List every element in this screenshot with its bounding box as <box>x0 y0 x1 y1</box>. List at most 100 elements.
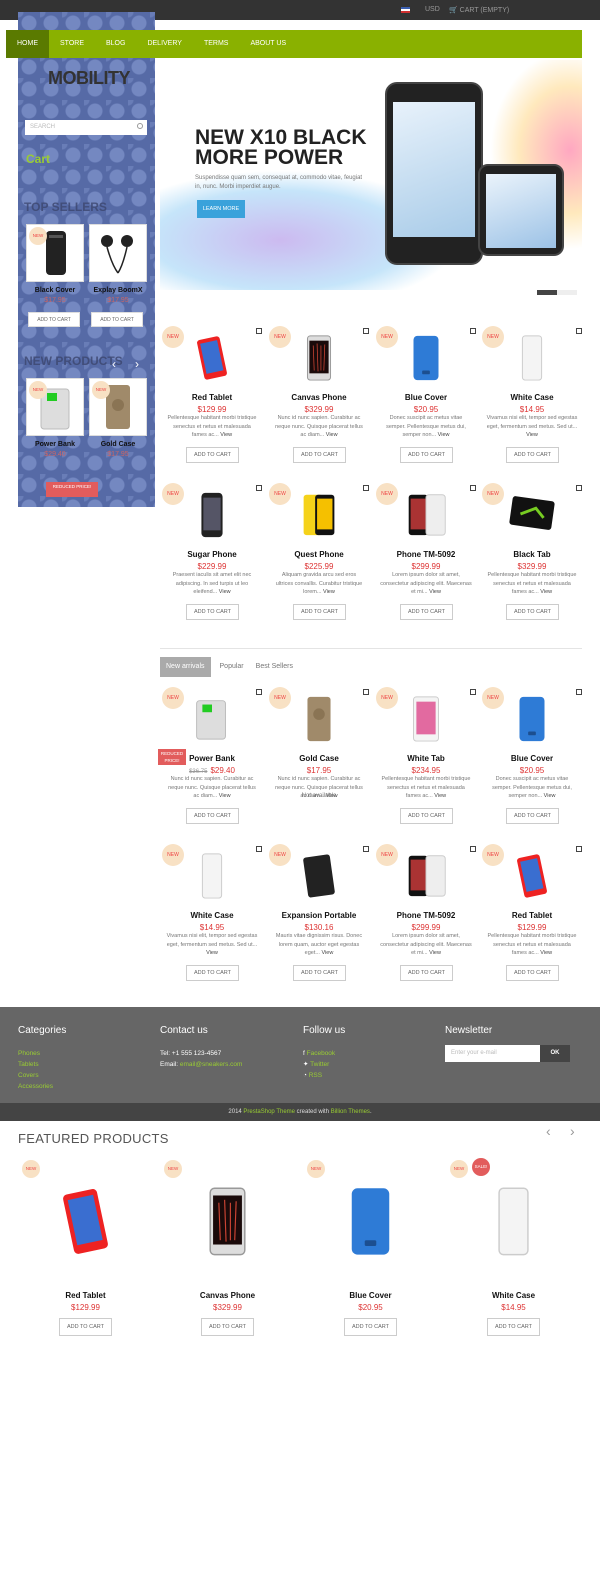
nav-blog[interactable]: BLOG <box>95 30 136 58</box>
view-link[interactable]: View <box>219 793 231 799</box>
compare-checkbox[interactable] <box>470 485 476 491</box>
compare-checkbox[interactable] <box>256 846 262 852</box>
compare-checkbox[interactable] <box>576 689 582 695</box>
product-card[interactable]: NEW Blue Cover $20.95 Donec suscipit ac met… <box>376 326 476 476</box>
add-to-cart-button[interactable]: ADD TO CART <box>344 1318 397 1336</box>
compare-checkbox[interactable] <box>256 689 262 695</box>
hero-slider[interactable]: NEW X10 BLACK MORE POWER Suspendisse quam… <box>160 60 582 290</box>
product-image[interactable]: NEW <box>26 378 84 436</box>
view-link[interactable]: View <box>220 432 232 438</box>
product-name[interactable]: Explay BoomX <box>89 287 147 294</box>
twitter-link[interactable]: ✦ Twitter <box>303 1059 345 1070</box>
sidebar-product[interactable]: NEW Black Cover $17.95 <box>26 224 84 304</box>
product-image[interactable] <box>401 331 451 383</box>
product-name[interactable]: Power Bank <box>162 754 262 763</box>
nav-store[interactable]: STORE <box>49 30 95 58</box>
learn-more-button[interactable]: LEARN MORE <box>197 200 245 218</box>
chevron-left-icon[interactable]: ‹ <box>112 357 116 371</box>
view-link[interactable]: View <box>540 589 552 595</box>
product-card[interactable]: NEW Phone TM-5092 $299.99 Lorem ipsum dolor… <box>376 844 476 994</box>
view-link[interactable]: View <box>323 589 335 595</box>
product-image[interactable] <box>187 692 237 744</box>
product-image[interactable]: NEW <box>89 378 147 436</box>
product-image[interactable] <box>187 488 237 540</box>
product-name[interactable]: Red Tablet <box>482 911 582 920</box>
cart-link[interactable]: 🛒 CART (EMPTY) <box>449 6 509 14</box>
featured-product-card[interactable]: NEW Red Tablet $129.99 ADD TO CART <box>18 1158 153 1338</box>
product-image[interactable] <box>294 488 344 540</box>
view-link[interactable]: View <box>526 432 538 438</box>
product-name[interactable]: Canvas Phone <box>160 1291 295 1300</box>
footer-link[interactable]: Covers <box>18 1070 66 1081</box>
tab-best-sellers[interactable]: Best Sellers <box>253 657 296 677</box>
view-link[interactable]: View <box>326 432 338 438</box>
nav-about-us[interactable]: ABOUT US <box>239 30 297 58</box>
view-link[interactable]: View <box>429 589 441 595</box>
chevron-right-icon[interactable]: › <box>570 1123 575 1139</box>
view-link[interactable]: View <box>206 950 218 956</box>
product-card[interactable]: NEW Canvas Phone $329.99 Nunc id nunc sapie… <box>269 326 369 476</box>
search-input[interactable]: SEARCH <box>25 120 147 135</box>
add-to-cart-button[interactable]: ADD TO CART <box>293 965 346 981</box>
view-link[interactable]: View <box>219 589 231 595</box>
product-name[interactable]: Red Tablet <box>18 1291 153 1300</box>
product-name[interactable]: Blue Cover <box>376 393 476 402</box>
product-image[interactable] <box>190 1160 265 1280</box>
add-to-cart-button[interactable]: ADD TO CART <box>186 604 239 620</box>
product-image[interactable] <box>89 224 147 282</box>
product-image[interactable] <box>294 692 344 744</box>
featured-product-card[interactable]: NEW Blue Cover $20.95 ADD TO CART <box>303 1158 438 1338</box>
product-name[interactable]: Blue Cover <box>482 754 582 763</box>
product-name[interactable]: White Case <box>162 911 262 920</box>
featured-product-card[interactable]: NEW Canvas Phone $329.99 ADD TO CART <box>160 1158 295 1338</box>
product-image[interactable] <box>507 488 557 540</box>
chevron-left-icon[interactable]: ‹ <box>546 1123 551 1139</box>
compare-checkbox[interactable] <box>470 689 476 695</box>
add-to-cart-button[interactable]: ADD TO CART <box>487 1318 540 1336</box>
add-to-cart-button[interactable]: ADD TO CART <box>506 604 559 620</box>
compare-checkbox[interactable] <box>576 485 582 491</box>
product-image[interactable] <box>476 1160 551 1280</box>
newsletter-ok-button[interactable]: OK <box>540 1045 570 1062</box>
product-card[interactable]: NEW Expansion Portable $130.16 Mauris vitae… <box>269 844 369 994</box>
add-to-cart-button[interactable]: ADD TO CART <box>91 312 143 327</box>
view-link[interactable]: View <box>540 950 552 956</box>
facebook-link[interactable]: f Facebook <box>303 1048 345 1059</box>
product-image[interactable] <box>187 849 237 901</box>
sidebar-product[interactable]: NEW Power Bank $29.40 <box>26 378 84 458</box>
product-image[interactable] <box>507 331 557 383</box>
add-to-cart-button[interactable]: ADD TO CART <box>201 1318 254 1336</box>
product-image[interactable] <box>187 331 237 383</box>
add-to-cart-button[interactable]: ADD TO CART <box>59 1318 112 1336</box>
rss-link[interactable]: ◔ RSS <box>303 1070 345 1081</box>
product-image[interactable]: NEW <box>26 224 84 282</box>
compare-checkbox[interactable] <box>576 846 582 852</box>
email-link[interactable]: email@sneakers.com <box>180 1061 243 1068</box>
sidebar-cart-title[interactable]: Cart <box>26 152 50 166</box>
view-link[interactable]: View <box>438 432 450 438</box>
product-card[interactable]: NEW Quest Phone $225.99 Aliquam gravida arc… <box>269 483 369 633</box>
product-image[interactable] <box>507 692 557 744</box>
slider-pager[interactable] <box>537 290 577 295</box>
product-name[interactable]: Power Bank <box>26 441 84 448</box>
product-card[interactable]: NEW Gold Case $17.95 Nunc id nunc sapien. C… <box>269 687 369 837</box>
footer-link[interactable]: Phones <box>18 1048 66 1059</box>
product-image[interactable] <box>333 1160 408 1280</box>
prestashop-link[interactable]: PrestaShop Theme <box>243 1109 295 1115</box>
product-card[interactable]: NEW Sugar Phone $229.99 Praesent iaculis si… <box>162 483 262 633</box>
view-link[interactable]: View <box>429 950 441 956</box>
add-to-cart-button[interactable]: ADD TO CART <box>400 965 453 981</box>
compare-checkbox[interactable] <box>363 328 369 334</box>
product-card[interactable]: NEW Red Tablet $129.99 Pellentesque habitan… <box>482 844 582 994</box>
compare-checkbox[interactable] <box>470 328 476 334</box>
billion-themes-link[interactable]: Billion Themes <box>331 1109 370 1115</box>
compare-checkbox[interactable] <box>256 485 262 491</box>
featured-product-card[interactable]: NEW SALE! White Case $14.95 ADD TO CART <box>446 1158 581 1338</box>
product-image[interactable] <box>48 1160 123 1280</box>
product-name[interactable]: Gold Case <box>269 754 369 763</box>
product-name[interactable]: White Case <box>446 1291 581 1300</box>
product-image[interactable] <box>401 692 451 744</box>
add-to-cart-button[interactable]: ADD TO CART <box>186 965 239 981</box>
product-image[interactable] <box>294 331 344 383</box>
sidebar-product[interactable]: NEW Gold Case $17.95 <box>89 378 147 458</box>
